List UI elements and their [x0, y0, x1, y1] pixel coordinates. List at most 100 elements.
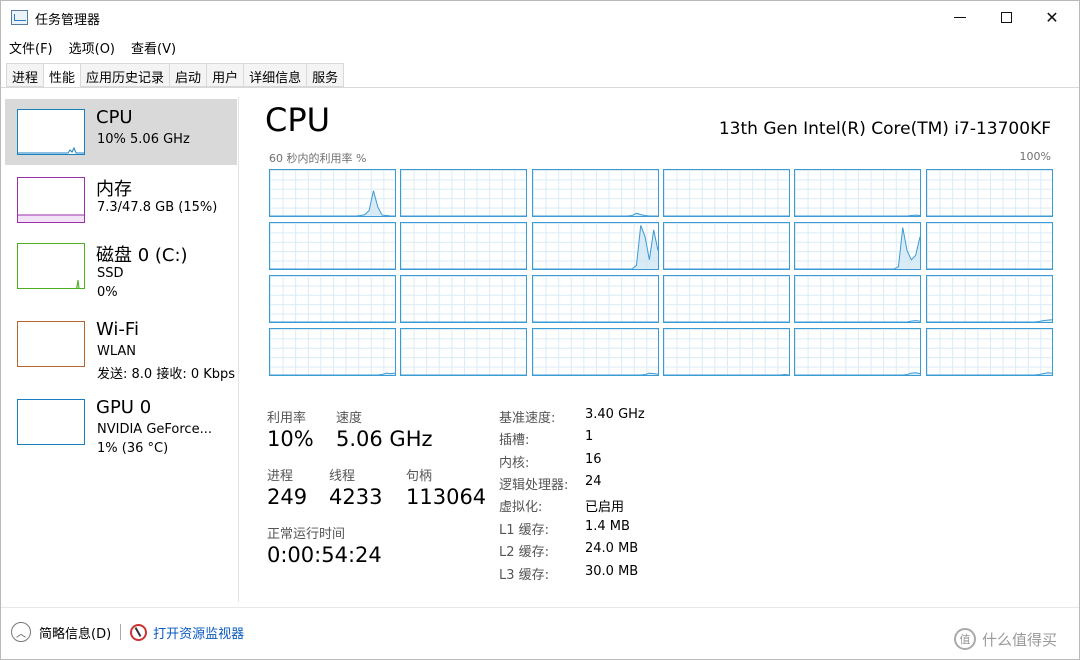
resource-sidebar: CPU 10% 5.06 GHz 内存 7.3/47.8 GB (15%) 磁盘… — [5, 97, 237, 607]
virtualization-label: 虚拟化: — [499, 500, 543, 515]
sidebar-item-detail-2: 0% — [97, 285, 118, 300]
sidebar-divider — [238, 97, 239, 602]
core-graph-plot — [401, 268, 527, 269]
core-graph — [662, 222, 790, 270]
core-graph — [794, 328, 922, 376]
resource-monitor-icon — [130, 623, 148, 641]
sidebar-item-gpu[interactable]: GPU 0 NVIDIA GeForce... 1% (36 °C) — [5, 389, 237, 456]
sidebar-item-title: 磁盘 0 (C:) — [96, 245, 188, 266]
core-graph — [269, 328, 396, 376]
sidebar-item-detail: 10% 5.06 GHz — [97, 132, 190, 147]
core-graph-plot — [532, 372, 658, 375]
footer-divider — [1, 607, 1079, 608]
speed-value: 5.06 GHz — [336, 427, 433, 451]
tab-startup[interactable]: 启动 — [169, 63, 208, 87]
sidebar-item-detail-2: 1% (36 °C) — [97, 441, 169, 456]
core-graph-plot — [663, 321, 789, 322]
core-graph-plot — [532, 321, 658, 322]
core-graph — [269, 169, 396, 217]
base-speed-label: 基准速度: — [499, 411, 556, 426]
window-title: 任务管理器 — [35, 13, 101, 28]
core-graph — [531, 169, 659, 217]
core-graph — [531, 328, 659, 376]
core-graph-plot — [532, 225, 658, 269]
core-graph — [400, 169, 528, 217]
tab-app-history[interactable]: 应用历史记录 — [80, 63, 171, 87]
minimize-button[interactable] — [937, 1, 983, 33]
close-button[interactable]: ✕ — [1029, 1, 1075, 33]
core-graph-plot — [270, 372, 395, 375]
menu-bar: 文件(F) 选项(O) 查看(V) — [1, 36, 184, 58]
cpu-thumbnail — [17, 109, 85, 155]
cores-label: 内核: — [499, 456, 530, 471]
footer: ︿ 简略信息(D) 打开资源监视器 — [11, 621, 244, 643]
open-resource-monitor-link[interactable]: 打开资源监视器 — [153, 623, 244, 642]
threads-value: 4233 — [329, 485, 383, 509]
core-graph-plot — [663, 215, 789, 216]
core-graph-plot — [926, 215, 1052, 216]
sidebar-item-disk[interactable]: 磁盘 0 (C:) SSD 0% — [5, 233, 237, 300]
menu-file[interactable]: 文件(F) — [1, 36, 61, 58]
core-graph-plot — [663, 374, 789, 375]
core-graph-plot — [926, 319, 1052, 322]
core-graph — [400, 328, 528, 376]
l2-cache-value: 24.0 MB — [585, 541, 639, 556]
sidebar-item-detail-2: 发送: 8.0 接收: 0 Kbps — [97, 367, 236, 382]
sidebar-item-title: GPU 0 — [96, 397, 152, 418]
core-graph — [925, 275, 1053, 323]
l1-cache-label: L1 缓存: — [499, 523, 550, 538]
core-graph — [662, 328, 790, 376]
sidebar-item-wifi[interactable]: Wi-Fi WLAN 发送: 8.0 接收: 0 Kbps — [5, 311, 237, 382]
task-manager-icon — [11, 10, 28, 25]
close-icon: ✕ — [1045, 7, 1059, 27]
sidebar-item-detail: SSD — [97, 266, 124, 281]
threads-label: 线程 — [329, 469, 356, 484]
speed-label: 速度 — [336, 411, 363, 426]
sidebar-item-cpu[interactable]: CPU 10% 5.06 GHz — [5, 99, 237, 165]
tab-users[interactable]: 用户 — [206, 63, 245, 87]
core-graph — [794, 222, 922, 270]
tab-services[interactable]: 服务 — [306, 63, 345, 87]
processes-label: 进程 — [267, 469, 294, 484]
sidebar-item-title: 内存 — [96, 179, 132, 200]
uptime-value: 0:00:54:24 — [267, 543, 382, 567]
core-graph-line — [532, 372, 658, 375]
core-graph — [400, 275, 528, 323]
core-graph — [531, 222, 659, 270]
sidebar-item-detail: WLAN — [97, 344, 137, 359]
less-details-button[interactable]: 简略信息(D) — [39, 623, 111, 642]
sidebar-item-memory[interactable]: 内存 7.3/47.8 GB (15%) — [5, 167, 237, 233]
core-graph — [925, 222, 1053, 270]
logical-processor-graphs — [269, 169, 1053, 376]
tab-performance[interactable]: 性能 — [43, 63, 82, 88]
memory-thumbnail — [17, 177, 85, 223]
processes-value: 249 — [267, 485, 308, 509]
core-graph — [400, 222, 528, 270]
utilization-label: 利用率 — [267, 411, 307, 426]
cpu-model-name: 13th Gen Intel(R) Core(TM) i7-13700KF — [718, 119, 1051, 139]
watermark-text: 什么值得买 — [982, 630, 1058, 649]
menu-options[interactable]: 选项(O) — [61, 36, 123, 58]
l3-cache-label: L3 缓存: — [499, 568, 550, 583]
tab-processes[interactable]: 进程 — [6, 63, 45, 87]
chevron-up-icon[interactable]: ︿ — [11, 622, 31, 642]
core-graph-plot — [926, 268, 1052, 269]
core-graph-area — [532, 225, 658, 269]
minimize-icon — [954, 16, 966, 18]
sidebar-item-detail: 7.3/47.8 GB (15%) — [97, 200, 218, 215]
core-graph-line — [795, 214, 921, 216]
tab-details[interactable]: 详细信息 — [243, 63, 308, 87]
core-graph-plot — [270, 268, 395, 269]
l2-cache-label: L2 缓存: — [499, 545, 550, 560]
l1-cache-value: 1.4 MB — [585, 519, 630, 534]
core-graph-plot — [926, 372, 1052, 375]
core-graph-plot — [663, 268, 789, 269]
menu-view[interactable]: 查看(V) — [123, 36, 184, 58]
graph-caption: 60 秒内的利用率 % — [269, 152, 367, 165]
core-graph — [925, 328, 1053, 376]
logical-processors-label: 逻辑处理器: — [499, 478, 569, 493]
maximize-button[interactable] — [983, 1, 1029, 33]
core-graph-plot — [401, 321, 527, 322]
core-graph-area — [270, 190, 395, 216]
sockets-value: 1 — [585, 429, 594, 444]
